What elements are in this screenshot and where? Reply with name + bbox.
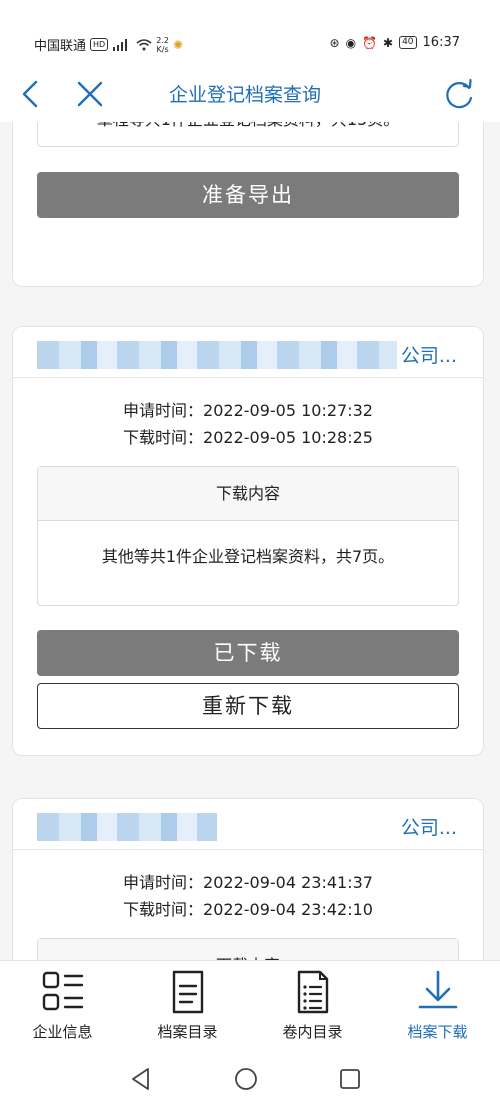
download-content-box: 章程等共1件企业登记档案资料，共15页。 bbox=[37, 122, 459, 147]
status-left: 中国联通 HD 2.2 K/s ✺ bbox=[34, 35, 183, 55]
apply-time-row: 申请时间：2022-09-04 23:41:37 bbox=[13, 869, 483, 893]
apply-time-label: 申请时间： bbox=[123, 873, 204, 892]
redownload-button[interactable]: 重新下载 bbox=[37, 683, 459, 729]
bluetooth-icon: ✱ bbox=[383, 35, 394, 50]
status-right: ⊛ ◉ ⏰ ✱ 40 16:37 bbox=[330, 35, 460, 50]
system-home-icon[interactable] bbox=[233, 1066, 259, 1092]
status-bar: 中国联通 HD 2.2 K/s ✺ ⊛ ◉ ⏰ ✱ 40 16:37 bbox=[0, 0, 500, 66]
download-record-card: 公司... 申请时间：2022-09-04 23:41:37 下载时间：2022… bbox=[12, 798, 484, 960]
download-time-value: 2022-09-04 23:42:10 bbox=[203, 900, 373, 919]
signal-icon bbox=[113, 38, 128, 51]
system-back-icon[interactable] bbox=[128, 1066, 154, 1092]
download-time-label: 下载时间： bbox=[123, 900, 204, 919]
download-content-box: 下载内容 bbox=[37, 938, 459, 960]
clock: 16:37 bbox=[422, 35, 460, 50]
alarm-icon: ⏰ bbox=[362, 35, 378, 50]
network-speed-value: 2.2 bbox=[156, 35, 169, 45]
apply-time-value: 2022-09-04 23:41:37 bbox=[203, 873, 373, 892]
prepare-export-button[interactable]: 准备导出 bbox=[37, 172, 459, 218]
download-time-row: 下载时间：2022-09-04 23:42:10 bbox=[13, 896, 483, 920]
battery-icon: 40 bbox=[399, 36, 417, 49]
bottom-tab-bar: 企业信息 档案目录 卷内目录 档案下载 bbox=[0, 960, 500, 1050]
apply-time-label: 申请时间： bbox=[123, 401, 204, 420]
company-name-text: 公司... bbox=[400, 345, 457, 367]
download-content-header: 下载内容 bbox=[38, 467, 458, 521]
apply-time-value: 2022-09-05 10:27:32 bbox=[203, 401, 373, 420]
download-content-text: 章程等共1件企业登记档案资料，共15页。 bbox=[38, 122, 458, 130]
download-time-label: 下载时间： bbox=[123, 428, 204, 447]
system-nav-bar bbox=[0, 1050, 500, 1108]
downloaded-button[interactable]: 已下载 bbox=[37, 630, 459, 676]
tab-archive-download[interactable]: 档案下载 bbox=[375, 961, 500, 1051]
tab-volume-catalog[interactable]: 卷内目录 bbox=[250, 961, 375, 1051]
eye-icon: ◉ bbox=[345, 35, 357, 50]
network-speed: 2.2 K/s bbox=[156, 36, 169, 54]
archive-download-icon bbox=[418, 970, 458, 1009]
hd-badge-icon: HD bbox=[90, 38, 109, 51]
card-divider bbox=[13, 849, 483, 850]
download-content-text: 其他等共1件企业登记档案资料，共7页。 bbox=[101, 547, 395, 566]
tab-enterprise-info[interactable]: 企业信息 bbox=[0, 961, 125, 1051]
download-time-value: 2022-09-05 10:28:25 bbox=[203, 428, 373, 447]
nfc-icon: ⊛ bbox=[329, 35, 340, 50]
download-record-list[interactable]: 章程等共1件企业登记档案资料，共15页。 准备导出 公司... 申请时间：202… bbox=[0, 122, 500, 960]
nav-bar: 企业登记档案查询 bbox=[0, 66, 500, 122]
tab-label: 卷内目录 bbox=[282, 1023, 343, 1041]
company-name-blur bbox=[37, 341, 397, 369]
apply-time-row: 申请时间：2022-09-05 10:27:32 bbox=[13, 397, 483, 421]
company-name-text: 公司... bbox=[400, 817, 457, 839]
wifi-icon bbox=[136, 38, 152, 50]
download-record-card: 章程等共1件企业登记档案资料，共15页。 准备导出 bbox=[12, 122, 484, 287]
tab-label: 企业信息 bbox=[32, 1023, 93, 1041]
tab-label: 档案目录 bbox=[157, 1023, 218, 1041]
download-content-box: 下载内容 其他等共1件企业登记档案资料，共7页。 bbox=[37, 466, 459, 606]
archive-catalog-icon bbox=[172, 970, 204, 1014]
download-time-row: 下载时间：2022-09-05 10:28:25 bbox=[13, 424, 483, 448]
refresh-icon[interactable] bbox=[442, 76, 476, 112]
card-divider bbox=[13, 377, 483, 378]
download-record-card: 公司... 申请时间：2022-09-05 10:27:32 下载时间：2022… bbox=[12, 326, 484, 756]
tab-archive-catalog[interactable]: 档案目录 bbox=[125, 961, 250, 1051]
page-title: 企业登记档案查询 bbox=[168, 84, 321, 106]
enterprise-info-icon bbox=[42, 971, 84, 1011]
download-content-header: 下载内容 bbox=[38, 939, 458, 960]
system-recents-icon[interactable] bbox=[337, 1066, 363, 1092]
carrier-name: 中国联通 bbox=[34, 39, 87, 54]
tab-label: 档案下载 bbox=[407, 1023, 468, 1041]
company-name-blur bbox=[37, 813, 217, 841]
volume-catalog-icon bbox=[297, 970, 329, 1014]
weather-icon: ✺ bbox=[172, 37, 183, 52]
network-speed-unit: K/s bbox=[156, 44, 169, 54]
